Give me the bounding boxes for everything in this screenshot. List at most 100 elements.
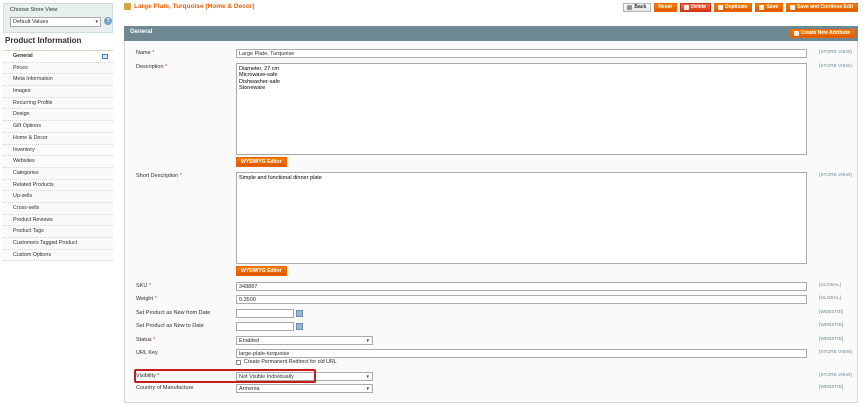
url-key-input[interactable]: large-plate-turquoise (236, 349, 807, 358)
new-from-scope: [WEBSITE] (819, 310, 844, 315)
name-input[interactable]: Large Plate, Turquoise (236, 49, 807, 58)
sidebar-tab-cross-sells[interactable]: Cross-sells (3, 202, 113, 215)
status-value: Enabled (239, 338, 260, 344)
reset-button[interactable]: Reset (654, 3, 677, 12)
delete-button[interactable]: Delete (679, 3, 711, 12)
general-fieldset: Name * Large Plate, Turquoise [STORE VIE… (124, 41, 858, 403)
sidebar-tab-home-decor[interactable]: Home & Decor (3, 132, 113, 145)
status-select[interactable]: Enabled ▾ (236, 336, 373, 345)
sidebar-tab-meta-information[interactable]: Meta Information (3, 74, 113, 87)
chevron-down-icon: ▾ (366, 386, 369, 392)
new-from-date-input[interactable] (236, 309, 294, 318)
reset-button-label: Reset (658, 4, 672, 10)
sidebar-tab-categories[interactable]: Categories (3, 167, 113, 180)
status-scope: [WEBSITE] (819, 337, 844, 342)
new-to-scope: [WEBSITE] (819, 323, 844, 328)
toolbar: Back Reset Delete Duplicate Save Save an… (623, 3, 858, 12)
sidebar-tab-design[interactable]: Design (3, 109, 113, 122)
duplicate-button[interactable]: Duplicate (713, 3, 753, 12)
sidebar-tab-images[interactable]: Images (3, 86, 113, 98)
product-tabs: General Prices Meta Information Images Recur… (3, 50, 113, 262)
required-mark: * (152, 50, 155, 56)
weight-label-text: Weight (136, 296, 154, 302)
back-button[interactable]: Back (623, 3, 652, 12)
sidebar-tab-websites[interactable]: Websites (3, 156, 113, 168)
create-attribute-button[interactable]: Create New Attribute (789, 29, 855, 38)
sidebar-tab-label: Websites (13, 158, 35, 165)
sidebar-tab-label: Custom Options (13, 251, 51, 258)
save-button[interactable]: Save (755, 3, 784, 12)
product-information-title: Product Information (5, 36, 82, 45)
sidebar-tab-label: Prices (13, 64, 28, 71)
sidebar-tab-label: Product Reviews (13, 216, 53, 223)
country-scope: [WEBSITE] (819, 385, 844, 390)
help-icon[interactable]: ? (104, 17, 112, 25)
sidebar-tab-product-tags[interactable]: Product Tags (3, 226, 113, 238)
store-view-select[interactable]: Default Values ▾ (10, 17, 101, 27)
chevron-down-icon: ▾ (366, 338, 369, 344)
save-icon (759, 5, 765, 10)
sidebar-tab-up-sells[interactable]: Up-sells (3, 191, 113, 203)
sidebar-tab-label: Design (13, 111, 30, 118)
wysiwyg-editor-button-short[interactable]: WYSIWYG Editor (236, 266, 287, 276)
status-label-text: Status (136, 337, 152, 343)
sidebar-tab-prices[interactable]: Prices (3, 62, 113, 75)
weight-scope: [GLOBAL] (819, 296, 841, 301)
calendar-icon[interactable] (296, 323, 303, 330)
permanent-redirect-option[interactable]: Create Permanent Redirect for old URL (236, 359, 337, 365)
sidebar-tab-label: Inventory (13, 146, 35, 153)
section-title: General (130, 29, 153, 35)
chevron-down-icon: ▾ (366, 374, 369, 380)
required-mark: * (165, 64, 168, 70)
sidebar-tab-label: Gift Options (13, 123, 41, 130)
description-label-text: Description (136, 64, 164, 70)
sidebar-tab-customers-tagged-product[interactable]: Customers Tagged Product (3, 238, 113, 250)
back-button-label: Back (634, 4, 647, 10)
back-arrow-icon (627, 5, 633, 10)
sidebar-tab-product-reviews[interactable]: Product Reviews (3, 214, 113, 227)
sku-label: SKU * (136, 283, 151, 289)
permanent-redirect-label: Create Permanent Redirect for old URL (244, 359, 337, 365)
calendar-icon[interactable] (296, 310, 303, 317)
sidebar: Choose Store View: Default Values ▾ ? Pr… (0, 0, 113, 406)
edit-icon (102, 54, 108, 59)
country-value: Armenia (239, 386, 260, 392)
sidebar-tab-inventory[interactable]: Inventory (3, 144, 113, 157)
chevron-down-icon: ▾ (95, 19, 98, 25)
sku-input[interactable]: 348887 (236, 282, 807, 291)
page-title: Large Plate, Turquoise (Home & Decor) (124, 3, 255, 10)
save-continue-button[interactable]: Save and Continue Edit (786, 3, 858, 12)
sidebar-tab-label: Product Tags (13, 228, 44, 235)
sidebar-tab-general[interactable]: General (3, 51, 113, 63)
short-description-textarea[interactable] (236, 172, 807, 264)
weight-input[interactable]: 0.3500 (236, 295, 807, 304)
country-select[interactable]: Armenia ▾ (236, 384, 373, 393)
sidebar-tab-custom-options[interactable]: Custom Options (3, 249, 113, 262)
short-description-label: Short Description * (136, 173, 182, 179)
new-to-date-input[interactable] (236, 322, 294, 331)
sidebar-tab-label: Home & Decor (13, 134, 48, 141)
add-icon (793, 31, 799, 36)
sidebar-tab-related-products[interactable]: Related Products (3, 179, 113, 192)
sidebar-tab-gift-options[interactable]: Gift Options (3, 121, 113, 133)
sidebar-tab-recurring-profile[interactable]: Recurring Profile (3, 97, 113, 110)
short-description-label-text: Short Description (136, 173, 179, 179)
sidebar-tab-label: Recurring Profile (13, 99, 53, 106)
sidebar-tab-label: Related Products (13, 181, 54, 188)
permanent-redirect-checkbox[interactable] (236, 359, 241, 365)
sidebar-tab-label: Categories (13, 169, 39, 176)
new-to-label: Set Product as New to Date (136, 323, 204, 329)
description-textarea[interactable] (236, 63, 807, 155)
status-label: Status * (136, 337, 155, 343)
save-continue-button-label: Save and Continue Edit (797, 4, 853, 10)
sku-scope: [GLOBAL] (819, 283, 841, 288)
duplicate-button-label: Duplicate (724, 4, 748, 10)
required-mark: * (148, 283, 151, 289)
sidebar-tab-label: General (13, 53, 33, 59)
wysiwyg-editor-button-description[interactable]: WYSIWYG Editor (236, 157, 287, 167)
store-view-label: Choose Store View: (10, 7, 59, 13)
delete-button-label: Delete (690, 4, 706, 10)
delete-icon (683, 5, 689, 10)
duplicate-icon (717, 5, 723, 10)
required-mark: * (179, 173, 182, 179)
